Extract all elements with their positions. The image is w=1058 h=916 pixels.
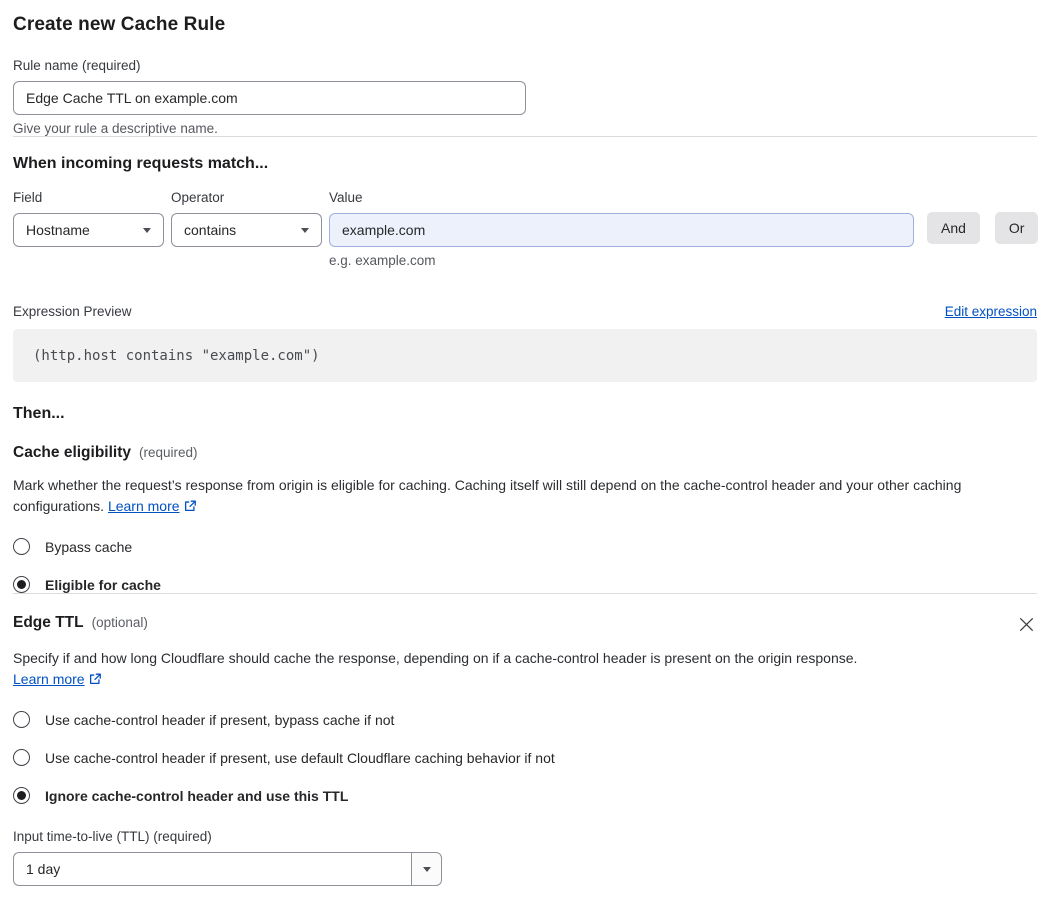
- page-title: Create new Cache Rule: [13, 14, 226, 35]
- close-icon: [1020, 618, 1033, 631]
- match-section-heading: When incoming requests match...: [13, 155, 269, 172]
- edge-ttl-title: Edge TTL: [13, 614, 84, 631]
- radio-label: Use cache-control header if present, use…: [45, 749, 555, 766]
- value-column: Value e.g. example.com: [329, 190, 914, 268]
- radio-use-header-default[interactable]: Use cache-control header if present, use…: [13, 749, 1037, 766]
- external-link-icon: [89, 673, 101, 685]
- cache-eligibility-qualifier: (required): [139, 445, 198, 460]
- rule-name-group: Rule name (required) Give your rule a de…: [13, 58, 1037, 136]
- expression-code: (http.host contains "example.com"): [33, 347, 320, 364]
- chevron-down-icon: [423, 867, 431, 872]
- edge-ttl-header: Edge TTL (optional): [13, 614, 1037, 635]
- close-edge-ttl-button[interactable]: [1016, 614, 1037, 635]
- match-row: Field Hostname Operator contains Value e…: [13, 190, 1039, 268]
- radio-icon: [13, 787, 30, 804]
- edge-ttl-qualifier: (optional): [91, 615, 148, 630]
- ttl-input[interactable]: [13, 852, 411, 886]
- divider: [13, 593, 1037, 594]
- field-column: Field Hostname: [13, 190, 164, 247]
- radio-ignore-header-use-ttl[interactable]: Ignore cache-control header and use this…: [13, 787, 1037, 804]
- cache-eligibility-header: Cache eligibility (required): [13, 444, 1037, 462]
- radio-icon: [13, 576, 30, 593]
- edit-expression-link[interactable]: Edit expression: [945, 304, 1037, 319]
- rule-name-input[interactable]: [13, 81, 526, 115]
- ttl-group: Input time-to-live (TTL) (required): [13, 829, 1037, 886]
- value-input[interactable]: [329, 213, 914, 247]
- radio-icon: [13, 749, 30, 766]
- ttl-dropdown-button[interactable]: [411, 852, 442, 886]
- divider: [13, 136, 1037, 137]
- edge-ttl-description-text: Specify if and how long Cloudflare shoul…: [13, 650, 858, 666]
- rule-name-help: Give your rule a descriptive name.: [13, 121, 218, 136]
- and-button[interactable]: And: [927, 212, 980, 244]
- cache-eligibility-section: Cache eligibility (required) Mark whethe…: [13, 444, 1037, 593]
- chevron-down-icon: [143, 228, 151, 233]
- radio-icon: [13, 711, 30, 728]
- then-heading: Then...: [13, 405, 65, 422]
- radio-label: Eligible for cache: [45, 576, 161, 593]
- operator-label: Operator: [171, 190, 225, 205]
- radio-use-header-bypass[interactable]: Use cache-control header if present, byp…: [13, 711, 1037, 728]
- field-select-value: Hostname: [26, 222, 90, 238]
- edge-ttl-description: Specify if and how long Cloudflare shoul…: [13, 648, 858, 690]
- ttl-combobox: [13, 852, 442, 886]
- cache-eligibility-title: Cache eligibility: [13, 444, 132, 461]
- operator-column: Operator contains: [171, 190, 322, 247]
- field-label: Field: [13, 190, 43, 205]
- radio-icon: [13, 538, 30, 555]
- expression-code-box: (http.host contains "example.com"): [13, 329, 1037, 382]
- expression-preview-label: Expression Preview: [13, 304, 132, 319]
- radio-label: Ignore cache-control header and use this…: [45, 787, 349, 804]
- value-help: e.g. example.com: [329, 253, 436, 268]
- cache-eligibility-learn-more-link[interactable]: Learn more: [108, 498, 180, 514]
- operator-select[interactable]: contains: [171, 213, 322, 247]
- edge-ttl-learn-more-link[interactable]: Learn more: [13, 671, 85, 687]
- radio-eligible-for-cache[interactable]: Eligible for cache: [13, 576, 1037, 593]
- rule-name-label: Rule name (required): [13, 58, 141, 73]
- expression-header: Expression Preview Edit expression: [13, 304, 1037, 319]
- cache-eligibility-description: Mark whether the request’s response from…: [13, 475, 1037, 517]
- edge-ttl-section: Edge TTL (optional) Specify if and how l…: [13, 614, 1037, 886]
- radio-label: Bypass cache: [45, 538, 133, 555]
- radio-label: Use cache-control header if present, byp…: [45, 711, 395, 728]
- andor-group: And Or: [927, 212, 1039, 244]
- field-select[interactable]: Hostname: [13, 213, 164, 247]
- radio-bypass-cache[interactable]: Bypass cache: [13, 538, 1037, 555]
- chevron-down-icon: [301, 228, 309, 233]
- ttl-label: Input time-to-live (TTL) (required): [13, 829, 212, 844]
- or-button[interactable]: Or: [994, 212, 1039, 244]
- operator-select-value: contains: [184, 222, 237, 238]
- value-label: Value: [329, 190, 363, 205]
- external-link-icon: [184, 500, 196, 512]
